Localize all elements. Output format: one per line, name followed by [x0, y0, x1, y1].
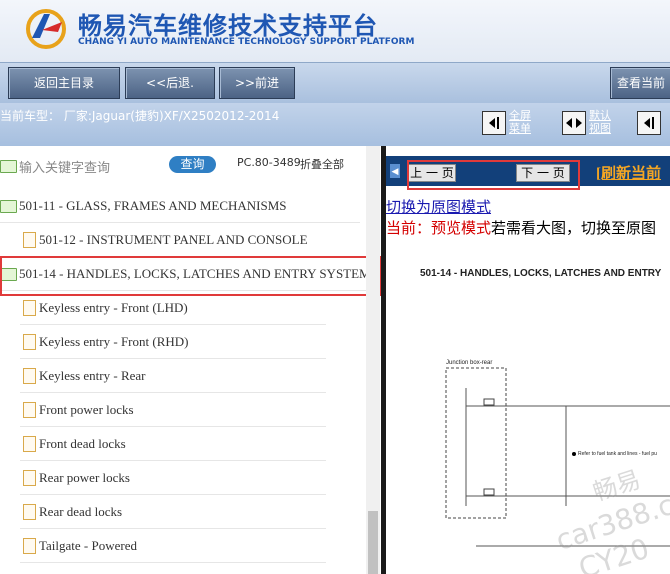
- refresh-current-link[interactable]: [刷新当前: [596, 162, 661, 183]
- header: 畅易汽车维修技术支持平台 CHANG YI AUTO MAINTENANCE T…: [0, 0, 670, 62]
- list-item[interactable]: Keyless entry - Front (RHD): [20, 325, 326, 359]
- search-input[interactable]: 输入关键字查询: [19, 157, 110, 176]
- next-panel-button[interactable]: [637, 109, 670, 139]
- tree-scrollbar[interactable]: [366, 146, 380, 574]
- document-icon: [23, 368, 36, 384]
- tree-section-label: 501-12 - INSTRUMENT PANEL AND CONSOLE: [39, 232, 308, 247]
- logo-icon: [26, 9, 66, 49]
- list-item[interactable]: Front dead locks: [20, 427, 326, 461]
- search-button[interactable]: 查询: [169, 156, 216, 173]
- list-item-label: Keyless entry - Front (LHD): [39, 300, 188, 315]
- default-view-icon: [562, 111, 586, 135]
- forward-button[interactable]: >>前进: [219, 67, 295, 99]
- home-button[interactable]: 返回主目录: [8, 67, 120, 99]
- mode-hint: 若需看大图，切换至原图: [491, 221, 657, 237]
- back-button[interactable]: <<后退.: [125, 67, 215, 99]
- nav-left-arrow-icon[interactable]: ◀: [390, 164, 400, 178]
- switch-original-link[interactable]: 切换为原图模式: [386, 196, 491, 217]
- document-icon: [23, 436, 36, 452]
- tree-section-label: 501-11 - GLASS, FRAMES AND MECHANISMS: [19, 198, 287, 213]
- document-icon: [23, 300, 36, 316]
- collapse-all-link[interactable]: 折叠全部: [300, 156, 344, 172]
- scrollbar-thumb[interactable]: [368, 511, 378, 574]
- list-item[interactable]: Front power locks: [20, 393, 326, 427]
- document-icon: [23, 538, 36, 554]
- wiring-diagram: 501-14 - HANDLES, LOCKS, LATCHES AND ENT…: [386, 256, 670, 574]
- default-view-button[interactable]: 默认 视图: [562, 109, 628, 139]
- list-item-label: Tailgate - Powered: [39, 538, 137, 553]
- info-bar: 当前车型： 厂家:Jaguar(捷豹)XF/X2502012-2014 全屏 菜…: [0, 103, 670, 146]
- list-item-label: Front dead locks: [39, 436, 126, 451]
- panel-toggle-icon: [637, 111, 661, 135]
- tree-search-row: 输入关键字查询 查询 PC.80-3489 折叠全部: [0, 150, 360, 180]
- document-icon: [23, 504, 36, 520]
- document-icon: [23, 470, 36, 486]
- platform-subtitle: CHANG YI AUTO MAINTENANCE TECHNOLOGY SUP…: [78, 37, 415, 47]
- fullscreen-icon: [482, 111, 506, 135]
- list-item-label: Keyless entry - Front (RHD): [39, 334, 189, 349]
- list-item[interactable]: Rear dead locks: [20, 495, 326, 529]
- document-viewer: ◀ 上 一 页 下 一 页 [刷新当前 切换为原图模式 当前：预览模式若需看大图…: [386, 146, 670, 574]
- pc-code: PC.80-3489: [237, 156, 301, 169]
- fullscreen-menu-button[interactable]: 全屏 菜单: [482, 109, 548, 139]
- fullscreen-menu-label: 全屏 菜单: [509, 109, 531, 135]
- view-current-button[interactable]: 查看当前: [610, 67, 670, 99]
- diagram-note: Refer to fuel tank and lines - fuel pu: [578, 451, 657, 457]
- tree-section[interactable]: 501-12 - INSTRUMENT PANEL AND CONSOLE: [20, 223, 360, 257]
- list-item-label: Rear power locks: [39, 470, 130, 485]
- current-vehicle-label: 当前车型： 厂家:Jaguar(捷豹)XF/X2502012-2014: [0, 109, 280, 123]
- mode-status: 当前：预览模式若需看大图，切换至原图: [386, 217, 656, 238]
- mode-prefix: 当前：: [386, 221, 432, 237]
- default-view-label: 默认 视图: [589, 109, 611, 135]
- folder-icon: [0, 160, 17, 173]
- document-icon: [23, 334, 36, 350]
- list-item[interactable]: Tailgate - Powered: [20, 529, 326, 563]
- platform-title: 畅易汽车维修技术支持平台: [78, 12, 378, 40]
- list-item[interactable]: Rear power locks: [20, 461, 326, 495]
- document-icon: [23, 402, 36, 418]
- list-item[interactable]: Keyless entry - Front (LHD): [20, 291, 326, 325]
- list-item-label: Rear dead locks: [39, 504, 123, 519]
- list-item[interactable]: Keyless entry - Rear: [20, 359, 326, 393]
- list-item-label: Front power locks: [39, 402, 134, 417]
- tree-section[interactable]: 501-11 - GLASS, FRAMES AND MECHANISMS: [0, 189, 360, 223]
- nav-highlight: [407, 160, 580, 190]
- selection-highlight: [0, 256, 381, 296]
- document-icon: [23, 232, 36, 248]
- list-item-label: Keyless entry - Rear: [39, 368, 146, 383]
- folder-icon: [0, 200, 17, 213]
- mode-current: 预览模式: [431, 221, 492, 237]
- toolbar: 返回主目录 <<后退. >>前进 查看当前: [0, 62, 670, 103]
